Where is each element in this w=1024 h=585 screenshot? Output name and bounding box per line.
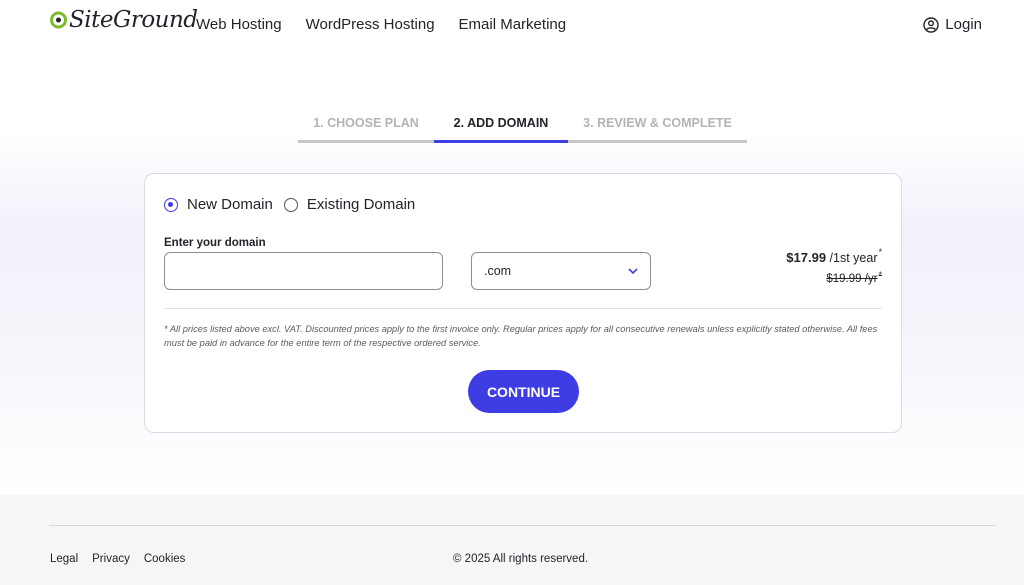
siteground-logo[interactable]: SiteGround [50, 6, 198, 34]
radio-existing-domain-circle[interactable] [283, 197, 298, 212]
footer-link-cookies[interactable]: Cookies [144, 553, 186, 565]
radio-existing-domain-label: Existing Domain [306, 196, 416, 213]
tld-selected-value: .com [484, 264, 512, 278]
price-now-period: /1st year [829, 251, 878, 265]
domain-field-label: Enter your domain [164, 237, 266, 249]
main-nav: Web Hosting WordPress Hosting Email Mark… [196, 16, 590, 33]
tld-select[interactable]: .com [471, 252, 651, 290]
domain-card: New Domain Existing Domain Enter your do… [144, 173, 902, 433]
price-now-marker: * [878, 247, 882, 257]
footer-divider [49, 525, 996, 526]
radio-new-domain-circle[interactable] [164, 197, 178, 212]
domain-input[interactable] [164, 252, 443, 290]
price-disclaimer: * All prices listed above excl. VAT. Dis… [164, 324, 878, 348]
checkout-steps: 1. CHOOSE PLAN 2. ADD DOMAIN 3. REVIEW &… [298, 116, 747, 143]
logo-mark-icon [50, 11, 67, 29]
nav-email-marketing[interactable]: Email Marketing [459, 16, 567, 33]
card-divider [164, 308, 882, 309]
login-label: Login [945, 16, 982, 33]
domain-type-radio-group: New Domain Existing Domain [164, 196, 426, 213]
footer-links: Legal Privacy Cookies [50, 553, 199, 565]
nav-web-hosting[interactable]: Web Hosting [196, 16, 282, 33]
site-header: SiteGround Web Hosting WordPress Hosting… [0, 0, 1024, 50]
price-old-amount: $19.99 /yr [826, 273, 878, 285]
step-add-domain: 2. ADD DOMAIN [434, 116, 568, 143]
step-choose-plan[interactable]: 1. CHOOSE PLAN [298, 116, 434, 140]
login-link[interactable]: Login [923, 16, 982, 33]
copyright-text: © 2025 All rights reserved. [453, 553, 589, 565]
radio-existing-domain[interactable]: Existing Domain [283, 196, 416, 213]
step-review-complete: 3. REVIEW & COMPLETE [583, 116, 732, 130]
price-block: $17.99 /1st year* $19.99 /yr* [786, 247, 882, 285]
radio-new-domain[interactable]: New Domain [164, 196, 273, 213]
nav-wordpress-hosting[interactable]: WordPress Hosting [306, 16, 435, 33]
footer-link-legal[interactable]: Legal [50, 553, 78, 565]
logo-text: SiteGround [69, 7, 198, 33]
user-icon [923, 16, 939, 33]
footer-link-privacy[interactable]: Privacy [92, 553, 130, 565]
continue-button[interactable]: CONTINUE [468, 370, 579, 413]
price-regular: $19.99 /yr* [786, 270, 882, 285]
radio-new-domain-label: New Domain [187, 196, 273, 213]
price-now-amount: $17.99 [786, 250, 827, 265]
site-footer: Legal Privacy Cookies © 2025 All rights … [0, 495, 1024, 585]
price-current: $17.99 /1st year* [786, 247, 882, 265]
price-old-marker: * [878, 270, 882, 280]
chevron-down-icon [628, 267, 638, 274]
